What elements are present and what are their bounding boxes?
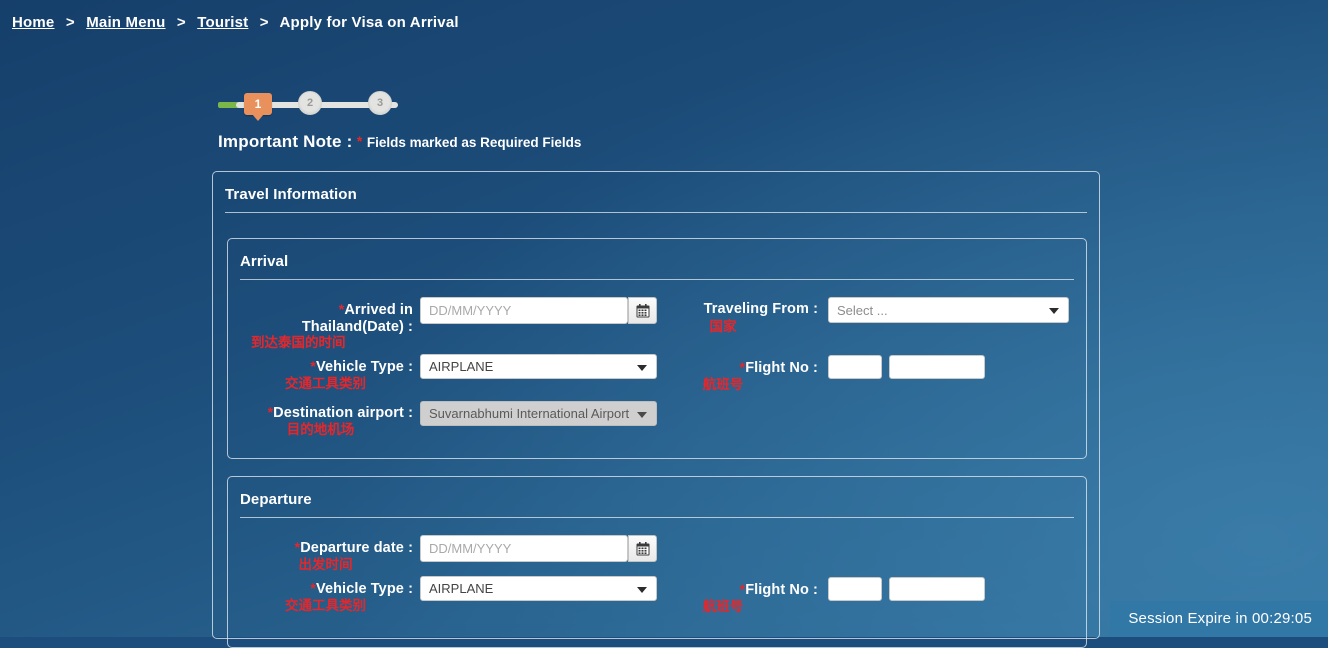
breadcrumb-item-main-menu[interactable]: Main Menu bbox=[86, 14, 165, 31]
label-departure-date: *Departure date : bbox=[238, 539, 413, 557]
label-destination-airport: *Destination airport : bbox=[228, 404, 413, 422]
breadcrumb: Home > Main Menu > Tourist > Apply for V… bbox=[12, 14, 459, 31]
destination-airport-select[interactable]: Suvarnabhumi International Airport bbox=[420, 401, 657, 426]
calendar-icon bbox=[636, 541, 649, 555]
label-arrival-vehicle-type-text: Vehicle Type : bbox=[315, 359, 413, 375]
section-divider bbox=[240, 517, 1074, 518]
traveling-from-value: Select ... bbox=[837, 302, 888, 318]
label-arrived-in-thailand-date-cn: 到达泰国的时间 bbox=[251, 335, 346, 350]
label-departure-date-text: Departure date : bbox=[300, 540, 413, 556]
label-arrival-vehicle-type-cn: 交通工具类别 bbox=[285, 376, 366, 391]
important-note-title: Important Note : bbox=[218, 132, 353, 151]
departure-vehicle-type-select[interactable]: AIRPLANE bbox=[420, 576, 657, 601]
label-destination-airport-text: Destination airport : bbox=[273, 405, 413, 421]
breadcrumb-item-home[interactable]: Home bbox=[12, 14, 54, 31]
label-arrival-vehicle-type: *Vehicle Type : bbox=[238, 358, 413, 376]
label-departure-flight-no-cn: 航班号 bbox=[702, 599, 744, 614]
session-expire-banner: Session Expire in 00:29:05 bbox=[1110, 601, 1328, 637]
section-title-departure: Departure bbox=[240, 491, 312, 508]
departure-vehicle-type-value: AIRPLANE bbox=[429, 581, 494, 596]
label-arrival-flight-no: *Flight No : bbox=[628, 359, 818, 377]
panel-title-travel-information: Travel Information bbox=[225, 186, 357, 203]
label-traveling-from-text: Traveling From : bbox=[703, 301, 818, 317]
panel-divider bbox=[225, 212, 1087, 213]
arrival-vehicle-type-select[interactable]: AIRPLANE bbox=[420, 354, 657, 379]
label-departure-flight-no: *Flight No : bbox=[628, 581, 818, 599]
label-departure-vehicle-type-text: Vehicle Type : bbox=[315, 581, 413, 597]
label-departure-flight-no-text: Flight No : bbox=[745, 582, 818, 598]
breadcrumb-separator: > bbox=[65, 14, 75, 31]
arrival-section: Arrival *Arrived in Thailand(Date) : 到达泰… bbox=[227, 238, 1087, 459]
stepper-step-1-number: 1 bbox=[254, 97, 262, 111]
important-note-text: Fields marked as Required Fields bbox=[366, 135, 582, 150]
label-arrival-flight-no-cn: 航班号 bbox=[702, 377, 744, 392]
label-arrived-in-thailand-date-line2: Thailand(Date) : bbox=[301, 319, 413, 335]
traveling-from-select[interactable]: Select ... bbox=[828, 297, 1069, 323]
chevron-down-icon bbox=[637, 411, 647, 418]
departure-flight-prefix-input[interactable] bbox=[828, 577, 882, 601]
destination-airport-value: Suvarnabhumi International Airport bbox=[429, 406, 630, 421]
departure-date-input[interactable] bbox=[420, 535, 628, 562]
stepper-step-2-number: 2 bbox=[306, 97, 314, 109]
stepper-step-1[interactable]: 1 bbox=[244, 93, 272, 121]
important-note: Important Note : * Fields marked as Requ… bbox=[218, 132, 581, 152]
departure-flight-number-input[interactable] bbox=[889, 577, 985, 601]
label-departure-vehicle-type: *Vehicle Type : bbox=[238, 580, 413, 598]
label-departure-date-cn: 出发时间 bbox=[298, 557, 353, 572]
travel-information-panel: Travel Information Arrival *Arrived in T… bbox=[212, 171, 1100, 648]
stepper-step-3[interactable]: 3 bbox=[368, 91, 392, 115]
required-asterisk-icon: * bbox=[356, 133, 363, 149]
section-title-arrival: Arrival bbox=[240, 253, 289, 270]
arrival-flight-prefix-input[interactable] bbox=[828, 355, 882, 379]
arrived-date-input[interactable] bbox=[420, 297, 628, 324]
breadcrumb-item-apply-for-visa-on-arrival: Apply for Visa on Arrival bbox=[279, 14, 459, 31]
session-expire-text: Session Expire in 00:29:05 bbox=[1128, 610, 1312, 627]
stepper-step-2[interactable]: 2 bbox=[298, 91, 322, 115]
progress-stepper: 1 2 3 bbox=[218, 91, 398, 121]
label-arrival-flight-no-text: Flight No : bbox=[745, 360, 818, 376]
label-destination-airport-cn: 目的地机场 bbox=[286, 422, 355, 437]
label-traveling-from-cn: 国家 bbox=[709, 319, 737, 334]
stepper-step-3-number: 3 bbox=[376, 97, 384, 109]
breadcrumb-item-tourist[interactable]: Tourist bbox=[197, 14, 248, 31]
chevron-down-icon bbox=[1049, 308, 1059, 314]
breadcrumb-separator: > bbox=[176, 14, 186, 31]
departure-date-calendar-button[interactable] bbox=[628, 535, 657, 562]
departure-section: Departure *Departure date : 出发时间 DD/MM/Y… bbox=[227, 476, 1087, 648]
arrival-flight-number-input[interactable] bbox=[889, 355, 985, 379]
section-divider bbox=[240, 279, 1074, 280]
label-arrived-in-thailand-date-line1: Arrived in bbox=[344, 302, 413, 318]
breadcrumb-separator: > bbox=[259, 14, 269, 31]
label-traveling-from: Traveling From : bbox=[628, 301, 818, 318]
label-arrived-in-thailand-date: *Arrived in Thailand(Date) : bbox=[238, 301, 413, 336]
arrival-vehicle-type-value: AIRPLANE bbox=[429, 359, 494, 374]
label-departure-vehicle-type-cn: 交通工具类别 bbox=[285, 598, 366, 613]
